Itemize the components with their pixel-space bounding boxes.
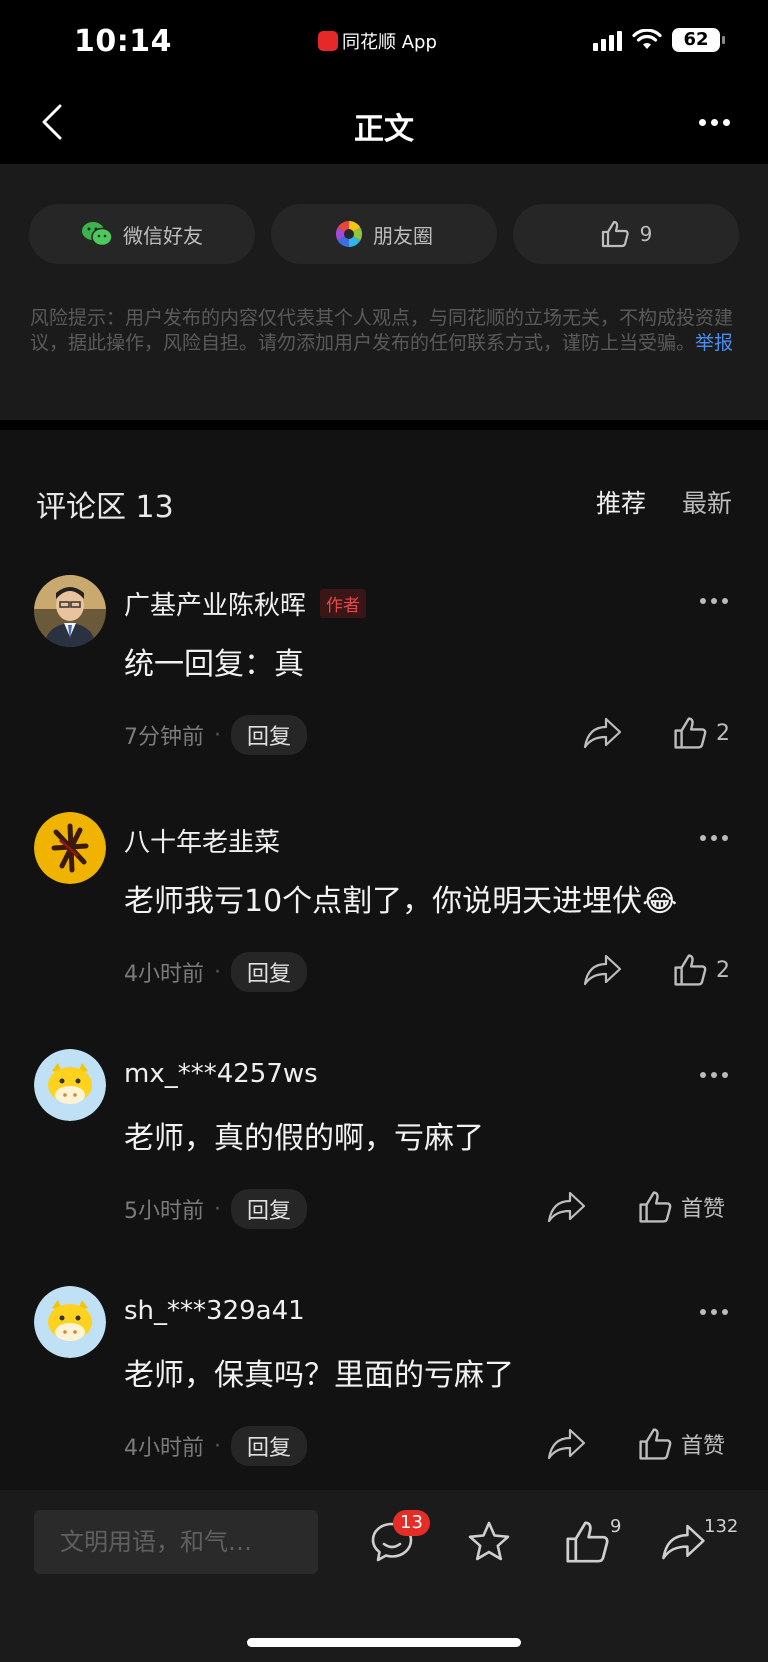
nav-bar: 正文 bbox=[0, 82, 768, 164]
comment-more-icon[interactable] bbox=[694, 826, 734, 850]
thumb-up-icon bbox=[674, 717, 707, 749]
comment-count-badge: 13 bbox=[393, 1510, 430, 1536]
share-wechat-button[interactable]: 微信好友 bbox=[29, 204, 255, 264]
home-indicator[interactable] bbox=[247, 1638, 521, 1647]
comment-text: 老师，真的假的啊，亏麻了 bbox=[124, 1121, 484, 1156]
comment-input[interactable] bbox=[34, 1510, 318, 1574]
sort-recommend-tab[interactable]: 推荐 bbox=[596, 484, 646, 520]
app-logo-icon bbox=[318, 31, 338, 51]
comment-text-body: 老师我亏10个点割了，你说明天进埋伏 bbox=[124, 884, 643, 919]
article-like-count: 9 bbox=[639, 222, 653, 246]
share-arrow-icon[interactable] bbox=[546, 1189, 588, 1225]
comment-like-count: 首赞 bbox=[681, 1197, 726, 1222]
comment-time: 7分钟前 bbox=[124, 725, 204, 750]
battery-icon: 62 bbox=[672, 28, 725, 52]
bottom-action-bar: 13 9 132 bbox=[0, 1490, 768, 1662]
separator-dot: · bbox=[214, 1196, 221, 1222]
reply-button[interactable]: 回复 bbox=[231, 952, 308, 992]
more-options-icon[interactable] bbox=[692, 104, 736, 140]
comment-more-icon[interactable] bbox=[694, 1063, 734, 1087]
share-arrow-icon[interactable] bbox=[582, 952, 624, 988]
comment-username[interactable]: sh_***329a41 bbox=[124, 1296, 305, 1326]
comment-time: 5小时前 bbox=[124, 1199, 204, 1224]
comment-text: 老师，保真吗？里面的亏麻了 bbox=[124, 1358, 514, 1393]
page-title: 正文 bbox=[354, 112, 414, 147]
comment-text: 统一回复：真 bbox=[124, 647, 304, 682]
thumb-up-icon bbox=[639, 1428, 672, 1460]
comment-item: sh_***329a41 老师，保真吗？里面的亏麻了 4小时前 · 回复 首赞 bbox=[0, 1286, 768, 1496]
reply-button[interactable]: 回复 bbox=[231, 1189, 308, 1229]
separator-dot: · bbox=[214, 959, 221, 985]
comment-item: 广基产业陈秋晖 作者 统一回复：真 7分钟前 · 回复 2 bbox=[0, 575, 768, 785]
app-screen: 10:14 同花顺 App 62 正文 微信好友 朋友圈 9 风险提示：用户发布… bbox=[0, 0, 768, 1662]
comments-title: 评论区 13 bbox=[36, 490, 174, 525]
comment-like-button[interactable]: 首赞 bbox=[637, 1187, 725, 1227]
thumb-up-icon bbox=[674, 954, 707, 986]
star-favorite-icon[interactable] bbox=[465, 1518, 513, 1566]
comment-meta: 7分钟前 · 回复 bbox=[124, 715, 308, 755]
status-time: 10:14 bbox=[74, 24, 172, 59]
comment-more-icon[interactable] bbox=[694, 1300, 734, 1324]
back-to-app-indicator[interactable]: 同花顺 App bbox=[318, 28, 437, 54]
username-text: mx_***4257ws bbox=[124, 1059, 318, 1089]
comment-like-count: 2 bbox=[716, 720, 730, 746]
bottom-like-count: 9 bbox=[610, 1516, 622, 1537]
status-app-name: 同花顺 App bbox=[342, 32, 437, 53]
comment-time: 4小时前 bbox=[124, 962, 204, 987]
reply-button[interactable]: 回复 bbox=[231, 715, 308, 755]
thumb-up-icon bbox=[639, 1191, 672, 1223]
comment-like-button[interactable]: 2 bbox=[672, 950, 730, 990]
bottom-share-count: 132 bbox=[704, 1516, 739, 1537]
comment-more-icon[interactable] bbox=[694, 589, 734, 613]
avatar[interactable] bbox=[34, 575, 106, 647]
author-badge: 作者 bbox=[320, 589, 367, 618]
comment-username[interactable]: 广基产业陈秋晖 作者 bbox=[124, 585, 367, 622]
wifi-icon bbox=[632, 29, 662, 49]
share-wechat-label: 微信好友 bbox=[123, 223, 203, 248]
moments-icon bbox=[335, 220, 363, 248]
sort-latest-tab[interactable]: 最新 bbox=[682, 484, 732, 520]
comment-meta: 4小时前 · 回复 bbox=[124, 1426, 308, 1466]
comment-meta: 5小时前 · 回复 bbox=[124, 1189, 308, 1229]
separator-dot: · bbox=[214, 722, 221, 748]
username-text: sh_***329a41 bbox=[124, 1296, 305, 1326]
reply-button[interactable]: 回复 bbox=[231, 1426, 308, 1466]
thumb-up-icon bbox=[601, 220, 629, 248]
like-article-button[interactable]: 9 bbox=[513, 204, 739, 264]
share-moments-label: 朋友圈 bbox=[373, 223, 433, 248]
comments-header: 评论区 13 推荐 最新 bbox=[0, 470, 768, 530]
share-arrow-icon[interactable] bbox=[660, 1518, 708, 1566]
comment-item: 八十年老韭菜 老师我亏10个点割了，你说明天进埋伏😂 4小时前 · 回复 2 bbox=[0, 812, 768, 1022]
avatar[interactable] bbox=[34, 1286, 106, 1358]
share-arrow-icon[interactable] bbox=[582, 715, 624, 751]
comment-like-count: 首赞 bbox=[681, 1434, 726, 1459]
thumb-up-icon[interactable] bbox=[563, 1518, 611, 1566]
comment-item: mx_***4257ws 老师，真的假的啊，亏麻了 5小时前 · 回复 首赞 bbox=[0, 1049, 768, 1259]
comment-time: 4小时前 bbox=[124, 1436, 204, 1461]
status-bar: 10:14 同花顺 App 62 bbox=[0, 0, 768, 82]
wechat-icon bbox=[82, 222, 113, 247]
report-link[interactable]: 举报 bbox=[695, 332, 733, 354]
username-text: 八十年老韭菜 bbox=[124, 828, 281, 858]
comment-username[interactable]: mx_***4257ws bbox=[124, 1059, 318, 1089]
status-indicators: 62 bbox=[593, 28, 725, 52]
comment-like-count: 2 bbox=[716, 957, 730, 983]
comment-text: 老师我亏10个点割了，你说明天进埋伏😂 bbox=[124, 876, 677, 920]
risk-notice-text: 风险提示：用户发布的内容仅代表其个人观点，与同花顺的立场无关，不构成投资建议，据… bbox=[30, 307, 734, 354]
comment-username[interactable]: 八十年老韭菜 bbox=[124, 822, 280, 859]
share-arrow-icon[interactable] bbox=[546, 1426, 588, 1462]
section-divider bbox=[0, 420, 768, 430]
username-text: 广基产业陈秋晖 bbox=[124, 591, 307, 621]
risk-notice: 风险提示：用户发布的内容仅代表其个人观点，与同花顺的立场无关，不构成投资建议，据… bbox=[30, 306, 742, 356]
share-panel: 微信好友 朋友圈 9 风险提示：用户发布的内容仅代表其个人观点，与同花顺的立场无… bbox=[0, 164, 768, 420]
laughing-crying-emoji: 😂 bbox=[642, 884, 678, 919]
comment-like-button[interactable]: 2 bbox=[672, 713, 730, 753]
separator-dot: · bbox=[214, 1433, 221, 1459]
comment-like-button[interactable]: 首赞 bbox=[637, 1424, 725, 1464]
comment-meta: 4小时前 · 回复 bbox=[124, 952, 308, 992]
avatar[interactable] bbox=[34, 812, 106, 884]
cellular-signal-icon bbox=[593, 29, 622, 51]
share-moments-button[interactable]: 朋友圈 bbox=[271, 204, 497, 264]
avatar[interactable] bbox=[34, 1049, 106, 1121]
